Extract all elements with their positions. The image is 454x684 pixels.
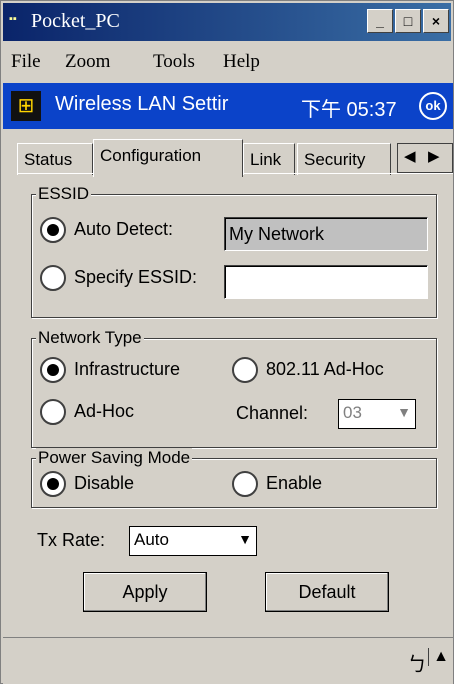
chevron-down-icon: ▼ [238,531,252,547]
window-title: Pocket_PC [31,10,120,32]
clock: 下午 05:37 [301,99,397,121]
ok-button[interactable]: ok [419,92,447,120]
menu-zoom[interactable]: Zoom [65,51,110,73]
tab-security[interactable]: Security [297,143,391,175]
minimize-button[interactable]: _ [367,9,393,33]
menu-help[interactable]: Help [223,51,260,73]
menu-bar: File Zoom Tools Help [3,43,451,79]
auto-detect-label: Auto Detect: [74,219,174,239]
essid-input[interactable] [224,265,428,299]
channel-select: 03 ▼ [338,399,416,429]
specify-essid-label: Specify ESSID: [74,267,198,287]
maximize-button[interactable]: □ [395,9,421,33]
title-bar: ▪▪ Pocket_PC _ □ × [3,3,451,41]
disable-radio[interactable] [40,471,66,497]
adhoc-radio[interactable] [40,399,66,425]
power-saving-group: Power Saving Mode Disable Enable [31,448,437,508]
disable-label: Disable [74,473,135,493]
tab-scroll-right-icon[interactable]: ▶ [428,147,440,165]
settings-content: Status Configuration Link Security ◀ ▶ E… [3,129,453,637]
chevron-down-icon: ▼ [397,404,411,420]
tx-rate-select[interactable]: Auto ▼ [129,526,257,556]
enable-label: Enable [266,473,323,493]
configuration-panel: ESSID Auto Detect: My Network Specify ES… [17,173,453,634]
essid-group-label: ESSID [36,184,92,204]
tab-strip: Status Configuration Link Security ◀ ▶ [17,139,453,177]
specify-essid-radio[interactable] [40,265,66,291]
essid-group: ESSID Auto Detect: My Network Specify ES… [31,184,437,318]
keyboard-icon[interactable]: ㄅ [407,648,427,677]
adhoc-80211-radio[interactable] [232,357,258,383]
infrastructure-radio[interactable] [40,357,66,383]
apply-button[interactable]: Apply [83,572,207,612]
tab-configuration[interactable]: Configuration [93,139,243,177]
tab-link[interactable]: Link [243,143,295,175]
infrastructure-label: Infrastructure [74,359,181,379]
tab-status[interactable]: Status [17,143,93,175]
channel-label: Channel: [236,403,309,423]
menu-file[interactable]: File [11,51,41,73]
auto-detect-radio[interactable] [40,217,66,243]
sip-up-icon[interactable]: ▲ [428,648,449,666]
menu-tools[interactable]: Tools [153,51,195,73]
tab-scroll-left-icon[interactable]: ◀ [404,147,416,165]
adhoc-label: Ad-Hoc [74,401,135,421]
nav-title: Wireless LAN Settir [55,93,229,115]
power-saving-group-label: Power Saving Mode [36,448,193,468]
app-icon: ▪▪ [9,13,17,25]
tx-rate-value: Auto [134,530,169,549]
network-type-group-label: Network Type [36,328,144,348]
default-button[interactable]: Default [265,572,389,612]
tab-scroll: ◀ ▶ [397,143,453,173]
start-icon[interactable]: ⊞ [11,91,41,121]
status-bar: ㄅ ▲ [3,637,453,684]
auto-detect-field: My Network [224,217,428,251]
nav-bar: ⊞ Wireless LAN Settir 下午 05:37 ok [3,83,453,129]
tx-rate-label: Tx Rate: [37,530,106,550]
close-button[interactable]: × [423,9,449,33]
enable-radio[interactable] [232,471,258,497]
channel-value: 03 [343,403,362,422]
network-type-group: Network Type Infrastructure 802.11 Ad-Ho… [31,328,437,448]
adhoc-80211-label: 802.11 Ad-Hoc [266,359,384,379]
pocket-pc-window: ▪▪ Pocket_PC _ □ × File Zoom Tools Help … [0,0,454,684]
